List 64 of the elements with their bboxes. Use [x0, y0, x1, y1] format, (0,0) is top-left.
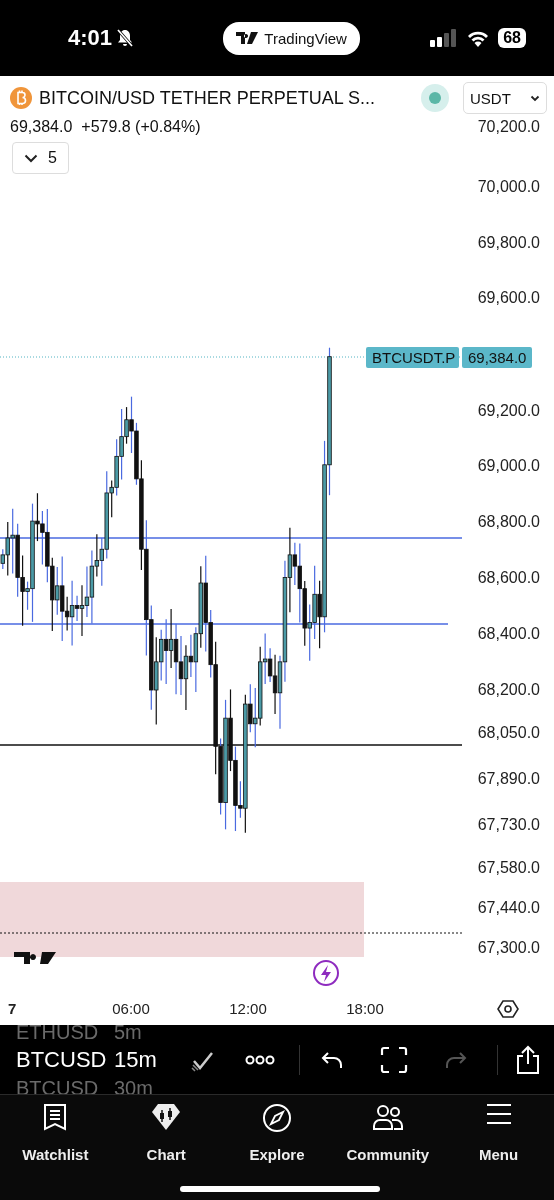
tab-bar-item[interactable]: Community — [332, 1101, 444, 1163]
dotted-level-line[interactable] — [0, 932, 463, 934]
last-price-tag: 69,384.0 — [462, 347, 533, 368]
price-axis-label: 68,050.0 — [477, 723, 540, 743]
interval-option[interactable]: 30m — [114, 1076, 153, 1094]
more-icon[interactable] — [245, 1054, 275, 1065]
tab-bar-item[interactable]: Menu — [443, 1101, 554, 1163]
tradingview-logo-icon — [14, 952, 56, 964]
price-axis-label: 67,580.0 — [477, 858, 540, 878]
settings-icon[interactable] — [497, 998, 519, 1020]
people-icon — [371, 1103, 404, 1131]
price-axis-label: 69,600.0 — [477, 288, 540, 308]
price-axis-label: 67,890.0 — [477, 769, 540, 789]
last-price: 69,384.0 — [10, 118, 73, 136]
time-axis-label: 7 — [8, 999, 17, 1019]
price-axis-label: 70,200.0 — [477, 117, 540, 137]
clock-time: 4:01 — [68, 25, 113, 51]
price-axis-label: 69,200.0 — [477, 401, 540, 421]
time-axis-label: 18:00 — [346, 999, 384, 1019]
symbol-title[interactable]: BITCOIN/USD TETHER PERPETUAL S... — [39, 87, 417, 109]
signal-icon — [430, 29, 459, 47]
menu-icon — [485, 1103, 512, 1125]
fullscreen-icon[interactable] — [380, 1045, 408, 1074]
compass-icon — [262, 1103, 292, 1133]
symbol-option[interactable]: BTCUSD — [16, 1076, 114, 1094]
tab-bar-item[interactable]: Watchlist — [0, 1101, 111, 1163]
level-line[interactable] — [0, 623, 449, 625]
currency-dropdown[interactable]: USDT — [463, 82, 547, 114]
price-axis-label: 70,000.0 — [477, 177, 540, 197]
wifi-icon — [466, 29, 491, 47]
symbol-price-tag: BTCUSDT.P — [366, 347, 459, 368]
share-icon[interactable] — [514, 1044, 542, 1075]
tab-bar-item[interactable]: Explore — [221, 1101, 333, 1163]
price-axis-label: 68,400.0 — [477, 624, 540, 644]
bookmark-list-icon — [43, 1103, 68, 1131]
time-axis-label: 06:00 — [112, 999, 150, 1019]
time-axis-label: 12:00 — [229, 999, 267, 1019]
undo-icon[interactable] — [321, 1050, 343, 1069]
level-line[interactable] — [0, 537, 463, 539]
price-axis-label: 68,800.0 — [477, 512, 540, 532]
price-axis-label: 69,000.0 — [477, 456, 540, 476]
price-axis-label: 68,600.0 — [477, 568, 540, 588]
tradingview-logo-icon — [236, 32, 259, 44]
tab-bar-item[interactable]: Chart — [110, 1101, 222, 1163]
chevron-down-icon — [24, 153, 39, 163]
chevron-down-icon — [530, 94, 540, 102]
lightning-icon[interactable] — [313, 960, 339, 986]
candlestick-icon — [151, 1103, 182, 1131]
app-pill[interactable]: TradingView — [223, 21, 360, 55]
price-axis-label: 67,730.0 — [477, 815, 540, 835]
battery-level: 68 — [498, 28, 526, 48]
price-axis-label: 67,300.0 — [477, 938, 540, 958]
price-axis-label: 69,800.0 — [477, 233, 540, 253]
interval-option[interactable]: 5m — [114, 1025, 142, 1044]
bell-slash-icon — [115, 28, 136, 48]
bitcoin-icon — [10, 87, 32, 109]
price-axis-label: 68,200.0 — [477, 680, 540, 700]
price-change: +579.8 (+0.84%) — [81, 118, 201, 136]
price-axis-label: 67,440.0 — [477, 898, 540, 918]
market-status-dot[interactable] — [421, 84, 449, 112]
interval-selector[interactable]: 15m — [114, 1047, 157, 1073]
symbol-option[interactable]: ETHUSD — [16, 1025, 114, 1044]
symbol-selector[interactable]: BTCUSD — [16, 1047, 114, 1073]
indicators-toggle[interactable]: 5 — [12, 142, 69, 174]
